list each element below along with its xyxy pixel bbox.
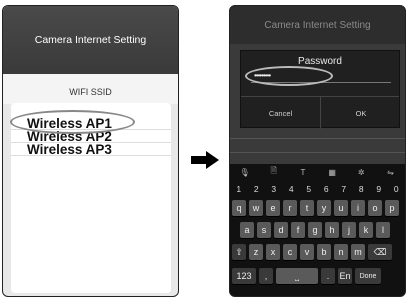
key-8[interactable]: 8	[353, 182, 371, 196]
backspace-key-icon[interactable]: ⌫	[368, 244, 392, 260]
screen-header: Camera Internet Setting	[230, 6, 405, 44]
key-w[interactable]: w	[249, 200, 263, 216]
selection-highlight-oval	[10, 110, 135, 134]
key-b[interactable]: b	[317, 244, 331, 260]
number-row: 1 2 3 4 5 6 7 8 9 0	[230, 182, 405, 196]
key-m[interactable]: m	[351, 244, 365, 260]
key-y[interactable]: y	[317, 200, 331, 216]
key-1[interactable]: 1	[230, 182, 248, 196]
swap-icon[interactable]: ⇋	[376, 164, 405, 180]
key-2[interactable]: 2	[248, 182, 266, 196]
keyboard-row-1: q w e r t y u i o p	[232, 200, 399, 216]
key-i[interactable]: i	[351, 200, 365, 216]
key-7[interactable]: 7	[335, 182, 353, 196]
key-r[interactable]: r	[283, 200, 297, 216]
key-5[interactable]: 5	[300, 182, 318, 196]
password-highlight-oval	[245, 66, 333, 86]
key-l[interactable]: l	[376, 222, 390, 238]
key-q[interactable]: q	[232, 200, 246, 216]
key-4[interactable]: 4	[283, 182, 301, 196]
key-a[interactable]: a	[240, 222, 254, 238]
key-n[interactable]: n	[334, 244, 348, 260]
keyboard-row-2: a s d f g h j k l	[240, 222, 390, 238]
password-screen: Camera Internet Setting Password •••••••…	[229, 5, 406, 297]
key-3[interactable]: 3	[265, 182, 283, 196]
key-0[interactable]: 0	[388, 182, 406, 196]
key-u[interactable]: u	[334, 200, 348, 216]
settings-icon[interactable]: ✲	[347, 164, 376, 180]
wifi-list-screen: Camera Internet Setting WIFI SSID Wirele…	[2, 5, 179, 297]
screen-title: Camera Internet Setting	[34, 34, 147, 46]
key-z[interactable]: z	[249, 244, 263, 260]
period-key[interactable]: .	[321, 268, 335, 284]
key-e[interactable]: e	[266, 200, 280, 216]
keyboard-toolbar: 🎙 🗎 T ▦ ✲ ⇋	[230, 164, 405, 180]
keyboard-layout-icon[interactable]: ▦	[318, 164, 347, 180]
key-v[interactable]: v	[300, 244, 314, 260]
divider	[230, 138, 405, 139]
dialog-title: Password	[298, 56, 342, 67]
key-f[interactable]: f	[291, 222, 305, 238]
network-item-ap3[interactable]: Wireless AP3	[11, 143, 171, 156]
key-s[interactable]: s	[257, 222, 271, 238]
comma-key[interactable]: ,	[259, 268, 273, 284]
text-style-icon[interactable]: T	[288, 164, 317, 180]
key-k[interactable]: k	[359, 222, 373, 238]
key-g[interactable]: g	[308, 222, 322, 238]
done-key[interactable]: Done	[355, 268, 381, 284]
key-t[interactable]: t	[300, 200, 314, 216]
ssid-label: WIFI SSID	[69, 87, 112, 97]
ok-button[interactable]: OK	[321, 97, 401, 129]
clipboard-icon[interactable]: 🗎	[259, 164, 288, 180]
divider	[230, 152, 405, 153]
keyboard-row-3: ⇧ z x c v b n m ⌫	[232, 244, 392, 260]
cancel-button[interactable]: Cancel	[241, 97, 321, 129]
key-x[interactable]: x	[266, 244, 280, 260]
key-o[interactable]: o	[368, 200, 382, 216]
space-key[interactable]: ⎵	[276, 268, 318, 284]
screen-title: Camera Internet Setting	[264, 19, 371, 31]
screen-header: Camera Internet Setting	[3, 6, 178, 74]
password-dialog: Password ••••••••• Cancel OK	[240, 50, 401, 129]
key-9[interactable]: 9	[370, 182, 388, 196]
key-h[interactable]: h	[325, 222, 339, 238]
key-c[interactable]: c	[283, 244, 297, 260]
right-arrow-icon	[191, 151, 219, 169]
key-p[interactable]: p	[385, 200, 399, 216]
mic-icon[interactable]: 🎙	[230, 164, 259, 180]
keyboard-row-4: 123 , ⎵ . En Done	[232, 268, 381, 284]
language-key[interactable]: En	[338, 268, 352, 284]
symbols-key[interactable]: 123	[232, 268, 256, 284]
key-j[interactable]: j	[342, 222, 356, 238]
shift-key-icon[interactable]: ⇧	[232, 244, 246, 260]
key-d[interactable]: d	[274, 222, 288, 238]
key-6[interactable]: 6	[318, 182, 336, 196]
soft-keyboard: 🎙 🗎 T ▦ ✲ ⇋ 1 2 3 4 5 6 7 8 9 0 q w e r …	[230, 164, 405, 296]
